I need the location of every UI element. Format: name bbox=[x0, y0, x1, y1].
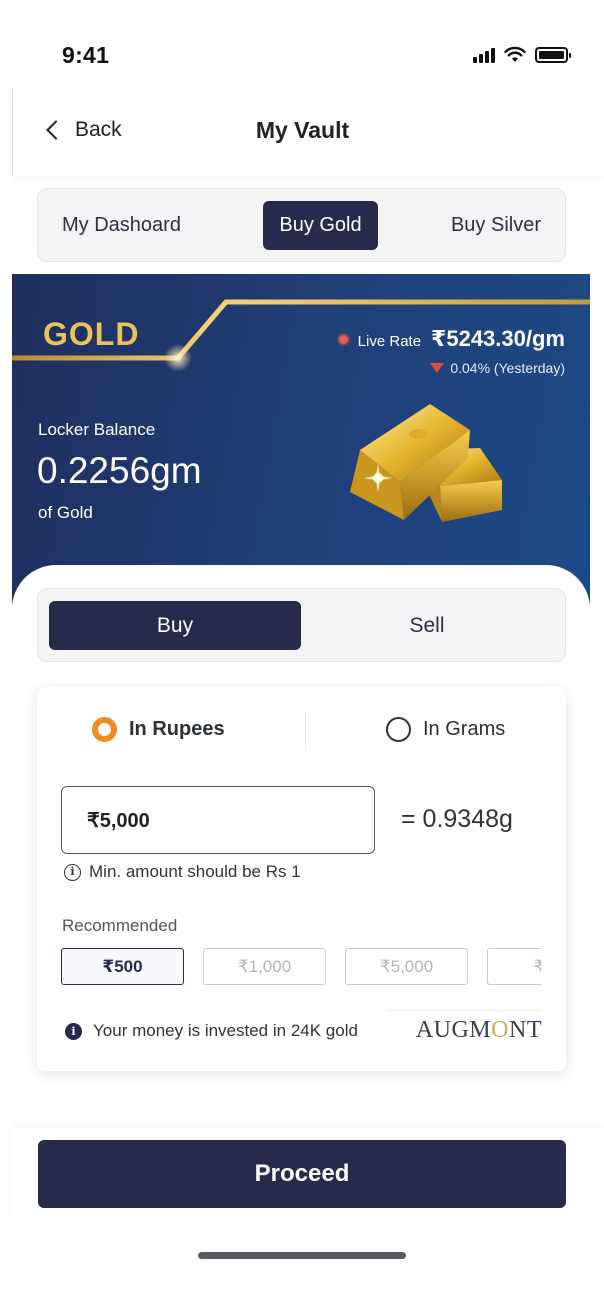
locker-balance-label: Locker Balance bbox=[38, 420, 156, 439]
chip-500[interactable]: ₹500 bbox=[61, 948, 184, 985]
info-filled-icon: i bbox=[65, 1022, 82, 1040]
chip-5000[interactable]: ₹5,000 bbox=[345, 948, 468, 985]
navigation-bar: Back My Vault bbox=[12, 90, 604, 176]
metal-label: GOLD bbox=[43, 316, 140, 352]
live-rate-label: Live Rate bbox=[357, 333, 422, 350]
rate-change-text: 0.04% (Yesterday) bbox=[450, 360, 565, 376]
down-arrow-icon bbox=[430, 363, 445, 373]
battery-icon bbox=[535, 46, 571, 63]
cellular-signal-icon bbox=[473, 47, 495, 63]
option-divider bbox=[305, 711, 306, 749]
option-in-grams-label: In Grams bbox=[423, 718, 506, 740]
proceed-button[interactable]: Proceed bbox=[38, 1140, 566, 1208]
vault-tabs: My Dashoard Buy Gold Buy Silver bbox=[37, 188, 566, 262]
radio-selected-icon bbox=[92, 717, 117, 742]
option-in-rupees-label: In Rupees bbox=[129, 718, 225, 740]
recommended-label: Recommended bbox=[62, 916, 178, 935]
invest-note: i Your money is invested in 24K gold bbox=[65, 1021, 358, 1041]
divider bbox=[387, 1010, 541, 1011]
page-title: My Vault bbox=[255, 117, 350, 143]
wifi-icon bbox=[504, 46, 526, 62]
tab-buy-gold[interactable]: Buy Gold bbox=[263, 201, 378, 250]
tab-my-dashboard[interactable]: My Dashoard bbox=[54, 201, 224, 250]
buy-sell-toggle: Buy Sell bbox=[37, 588, 566, 662]
tab-buy[interactable]: Buy bbox=[49, 601, 301, 650]
chip-10000[interactable]: ₹10 bbox=[487, 948, 541, 985]
info-icon: i bbox=[64, 863, 81, 881]
buy-form-card: In Rupees In Grams = 0.9348g i Min. amou… bbox=[37, 687, 566, 1071]
augmont-logo: AUGMONT bbox=[415, 1017, 542, 1043]
status-bar: 9:41 bbox=[0, 0, 604, 90]
radio-unselected-icon bbox=[386, 717, 411, 742]
amount-input[interactable] bbox=[61, 786, 375, 854]
status-icons bbox=[473, 46, 571, 63]
chip-1000[interactable]: ₹1,000 bbox=[203, 948, 326, 985]
invest-note-text: Your money is invested in 24K gold bbox=[93, 1021, 358, 1040]
live-rate-value: ₹5243.30/gm bbox=[431, 326, 565, 351]
tab-sell[interactable]: Sell bbox=[301, 601, 553, 650]
recommended-chips: ₹500 ₹1,000 ₹5,000 ₹10 bbox=[61, 948, 541, 986]
status-time: 9:41 bbox=[62, 42, 110, 68]
option-in-rupees[interactable]: In Rupees bbox=[92, 717, 225, 742]
live-rate: Live Rate ₹5243.30/gm bbox=[338, 326, 565, 352]
option-in-grams[interactable]: In Grams bbox=[386, 717, 505, 742]
tab-buy-silver[interactable]: Buy Silver bbox=[419, 201, 549, 250]
locker-balance-unit: of Gold bbox=[38, 503, 93, 522]
min-amount-text: Min. amount should be Rs 1 bbox=[89, 862, 301, 881]
grams-equivalent: = 0.9348g bbox=[401, 805, 513, 833]
gold-bars-icon bbox=[350, 404, 502, 522]
home-indicator bbox=[198, 1252, 406, 1259]
rate-change: 0.04% (Yesterday) bbox=[430, 360, 565, 376]
live-dot-icon bbox=[338, 334, 348, 344]
min-amount-note: i Min. amount should be Rs 1 bbox=[64, 862, 301, 882]
locker-balance-value: 0.2256gm bbox=[37, 450, 202, 491]
gold-banner: GOLD Live Rate ₹5243.30/gm 0.04% (Yester… bbox=[12, 274, 590, 604]
